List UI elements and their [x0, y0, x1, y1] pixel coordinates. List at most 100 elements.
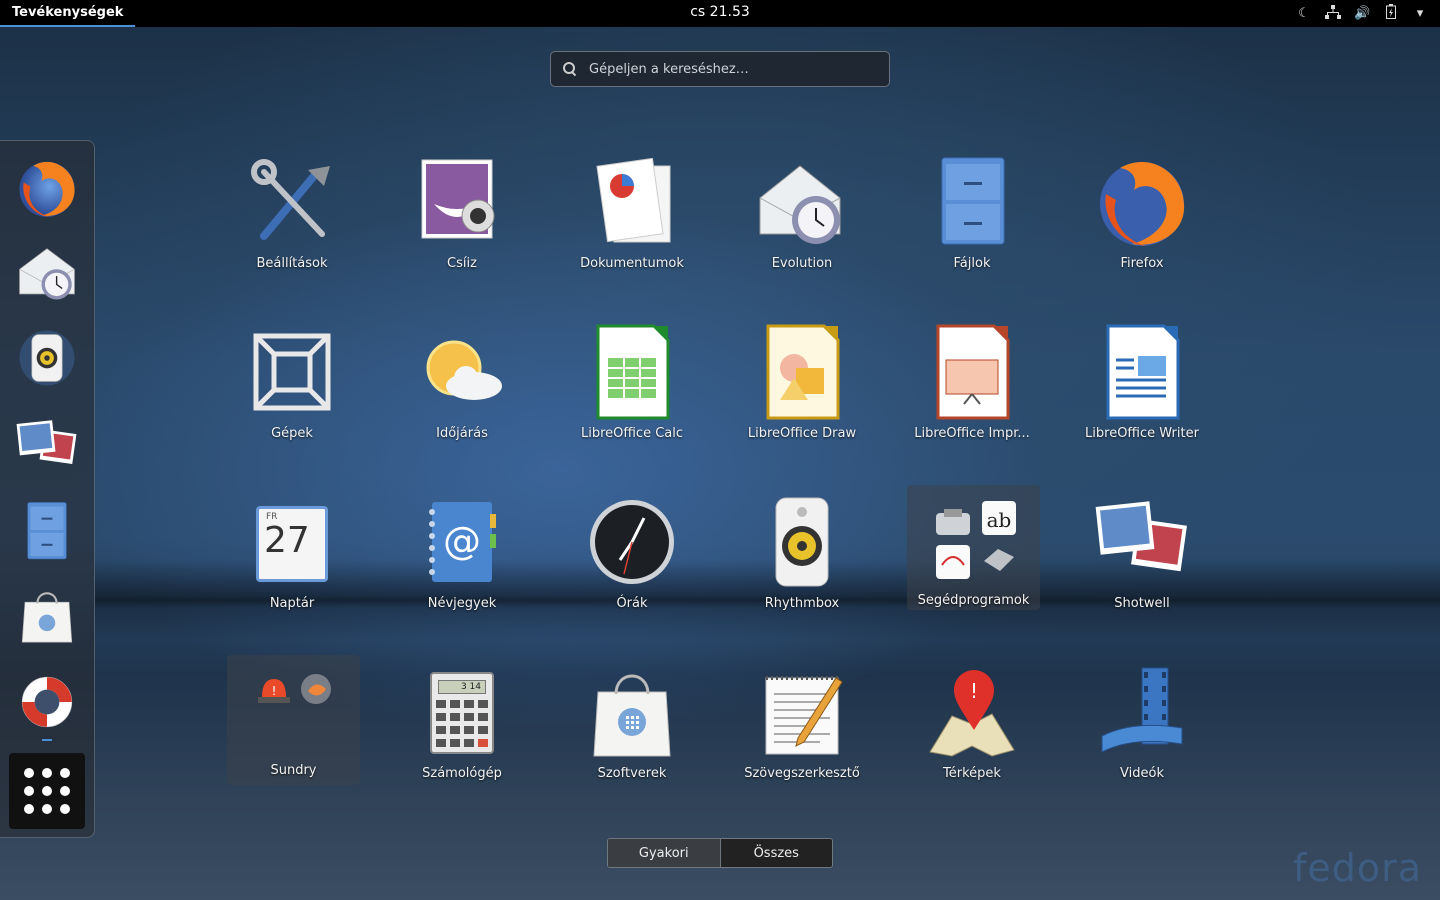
app-label: Szoftverek: [597, 766, 667, 781]
app-label: Sundry: [270, 763, 317, 778]
menu-arrow-icon: ▾: [1416, 6, 1424, 21]
svg-text:!: !: [970, 679, 978, 703]
maps-icon: !: [929, 670, 1015, 757]
files-icon: [941, 157, 1005, 245]
app-videok[interactable]: Videók: [1072, 658, 1212, 788]
battery-icon: [1383, 4, 1399, 23]
firefox-icon: [1100, 162, 1185, 246]
volume-icon: 🔊: [1354, 6, 1371, 21]
help-lifebuoy-icon: [21, 676, 73, 728]
view-switcher: Gyakori Összes: [607, 838, 833, 868]
running-indicator: [42, 739, 52, 741]
svg-text:!: !: [271, 684, 276, 698]
app-fajlok[interactable]: Fájlok: [902, 148, 1042, 278]
app-nevjegyek[interactable]: @ Névjegyek: [392, 488, 532, 618]
app-label: LibreOffice Impr...: [914, 426, 1030, 441]
calc-icon: [596, 324, 670, 420]
all-tab[interactable]: Összes: [721, 839, 833, 867]
app-libreoffice-draw[interactable]: LibreOffice Draw: [732, 318, 872, 448]
dash-evolution[interactable]: [14, 239, 80, 305]
show-applications-button[interactable]: [9, 753, 85, 829]
night-light-icon: ☾: [1298, 6, 1310, 21]
app-label: Naptár: [269, 596, 315, 611]
software-icon: [593, 674, 671, 757]
software-icon: [21, 592, 73, 643]
network-icon: [1325, 4, 1341, 23]
activities-button[interactable]: Tevékenységek: [0, 0, 136, 27]
app-evolution[interactable]: Evolution: [732, 148, 872, 278]
app-orak[interactable]: Órák: [562, 488, 702, 618]
top-bar: Tevékenységek cs 21.53 ☾ 🔊 ▾: [0, 0, 1440, 27]
calendar-date: 27: [264, 520, 310, 561]
app-szovegszerkeszto[interactable]: Szövegszerkesztő: [732, 658, 872, 788]
clocks-icon: [590, 500, 674, 584]
system-tray[interactable]: ☾ 🔊 ▾: [1296, 0, 1428, 27]
dash-rhythmbox[interactable]: [14, 325, 80, 391]
impress-icon: [936, 324, 1010, 420]
search-icon: [563, 62, 577, 76]
videos-icon: [1101, 667, 1183, 753]
writer-icon: [1106, 324, 1180, 420]
app-label: Evolution: [771, 256, 833, 271]
app-shotwell[interactable]: Shotwell: [1072, 488, 1212, 618]
frequent-tab[interactable]: Gyakori: [608, 839, 721, 867]
app-label: Számológép: [422, 766, 502, 781]
app-beallitasok[interactable]: Beállítások: [222, 148, 362, 278]
app-libreoffice-impress[interactable]: LibreOffice Impr...: [902, 318, 1042, 448]
firefox-icon: [19, 161, 75, 217]
app-libreoffice-calc[interactable]: LibreOffice Calc: [562, 318, 702, 448]
sundry-folder-icon: !: [246, 661, 342, 757]
app-label: Videók: [1120, 766, 1164, 781]
app-libreoffice-writer[interactable]: LibreOffice Writer: [1072, 318, 1212, 448]
settings-icon: [251, 159, 330, 240]
app-label: Firefox: [1120, 256, 1164, 271]
dash-help[interactable]: [14, 669, 80, 735]
search-box[interactable]: [550, 51, 890, 87]
app-label: LibreOffice Writer: [1085, 426, 1199, 441]
app-szoftverek[interactable]: Szoftverek: [562, 658, 702, 788]
app-label: Gépek: [271, 426, 313, 441]
rhythmbox-icon: [19, 330, 75, 386]
calculator-icon: 3 14: [414, 664, 510, 760]
app-naptar[interactable]: FR 27 Naptár: [222, 488, 362, 618]
app-dokumentumok[interactable]: Dokumentumok: [562, 148, 702, 278]
app-folder-sundry[interactable]: ! Sundry: [227, 655, 360, 785]
app-label: LibreOffice Draw: [747, 426, 857, 441]
app-terkepek[interactable]: ! Térképek: [902, 658, 1042, 788]
dash-firefox[interactable]: [14, 155, 80, 221]
cheese-icon: [421, 159, 495, 239]
app-csiiz[interactable]: Csíiz: [392, 148, 532, 278]
draw-icon: [766, 324, 840, 420]
app-label: Beállítások: [256, 256, 328, 271]
app-label: Szövegszerkesztő: [744, 766, 860, 781]
text-editor-icon: [765, 676, 843, 755]
evolution-icon: [19, 248, 75, 300]
app-firefox[interactable]: Firefox: [1072, 148, 1212, 278]
fedora-logo: fedora: [1292, 846, 1422, 890]
app-label: Fájlok: [953, 256, 991, 271]
app-label: Időjárás: [436, 426, 488, 441]
app-label: Segédprogramok: [917, 593, 1030, 608]
app-label: Térképek: [943, 766, 1001, 781]
app-label: Névjegyek: [427, 596, 497, 611]
app-folder-segedprogramok[interactable]: ab Segédprogramok: [907, 485, 1040, 610]
app-gepek[interactable]: Gépek: [222, 318, 362, 448]
documents-icon: [596, 157, 671, 243]
calculator-display: 3 14: [438, 680, 486, 694]
dash-software[interactable]: [14, 583, 80, 649]
app-rhythmbox[interactable]: Rhythmbox: [732, 488, 872, 618]
app-idojaras[interactable]: Időjárás: [392, 318, 532, 448]
app-label: Dokumentumok: [580, 256, 684, 271]
shotwell-icon: [1095, 501, 1187, 572]
evolution-icon: [759, 165, 841, 244]
clock[interactable]: cs 21.53: [690, 4, 750, 20]
search-input[interactable]: [589, 61, 869, 77]
svg-text:@: @: [443, 519, 481, 563]
app-label: Rhythmbox: [764, 596, 840, 611]
dash-shotwell[interactable]: [14, 411, 80, 477]
app-label: Csíiz: [447, 256, 477, 271]
app-szamologep[interactable]: 3 14 Számológép: [392, 658, 532, 788]
app-label: LibreOffice Calc: [580, 426, 684, 441]
shotwell-icon: [16, 420, 77, 465]
dash-files[interactable]: [14, 497, 80, 563]
